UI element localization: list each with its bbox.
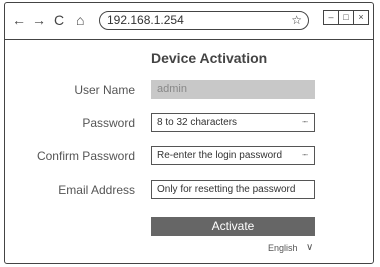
username-field: admin: [151, 80, 315, 99]
chevron-down-icon[interactable]: ∨: [306, 242, 313, 253]
home-icon[interactable]: ⌂: [76, 12, 84, 28]
url-text: 192.168.1.254: [107, 13, 184, 27]
window-controls: – □ ×: [323, 10, 369, 25]
page-title: Device Activation: [151, 50, 268, 66]
show-confirm-password-icon[interactable]: ᐧᐧᐧᐧ: [302, 147, 308, 164]
minimize-icon[interactable]: –: [324, 11, 339, 24]
close-icon[interactable]: ×: [354, 11, 368, 24]
email-label: Email Address: [58, 183, 135, 197]
activate-button[interactable]: Activate: [151, 217, 315, 236]
password-placeholder: 8 to 32 characters: [157, 117, 238, 128]
maximize-icon[interactable]: □: [339, 11, 354, 24]
show-password-icon[interactable]: ᐧᐧᐧᐧ: [302, 114, 308, 131]
confirm-password-label: Confirm Password: [36, 149, 135, 163]
back-icon[interactable]: ←: [12, 12, 26, 28]
password-label: Password: [82, 116, 135, 130]
address-bar[interactable]: 192.168.1.254 ☆: [99, 11, 309, 30]
browser-toolbar: ← → C ⌂ 192.168.1.254 ☆ – □ ×: [5, 3, 373, 40]
password-field[interactable]: 8 to 32 characters ᐧᐧᐧᐧ: [151, 113, 315, 132]
email-placeholder: Only for resetting the password: [157, 184, 296, 195]
forward-icon[interactable]: →: [32, 12, 46, 28]
reload-icon[interactable]: C: [54, 12, 64, 28]
language-select[interactable]: English: [268, 243, 298, 253]
confirm-password-field[interactable]: Re-enter the login password ᐧᐧᐧᐧ: [151, 146, 315, 165]
bookmark-star-icon[interactable]: ☆: [291, 12, 302, 29]
username-value: admin: [157, 83, 187, 95]
username-label: User Name: [74, 83, 135, 97]
confirm-password-placeholder: Re-enter the login password: [157, 150, 283, 161]
email-field[interactable]: Only for resetting the password: [151, 180, 315, 199]
browser-window: ← → C ⌂ 192.168.1.254 ☆ – □ × Device Act…: [4, 2, 374, 264]
